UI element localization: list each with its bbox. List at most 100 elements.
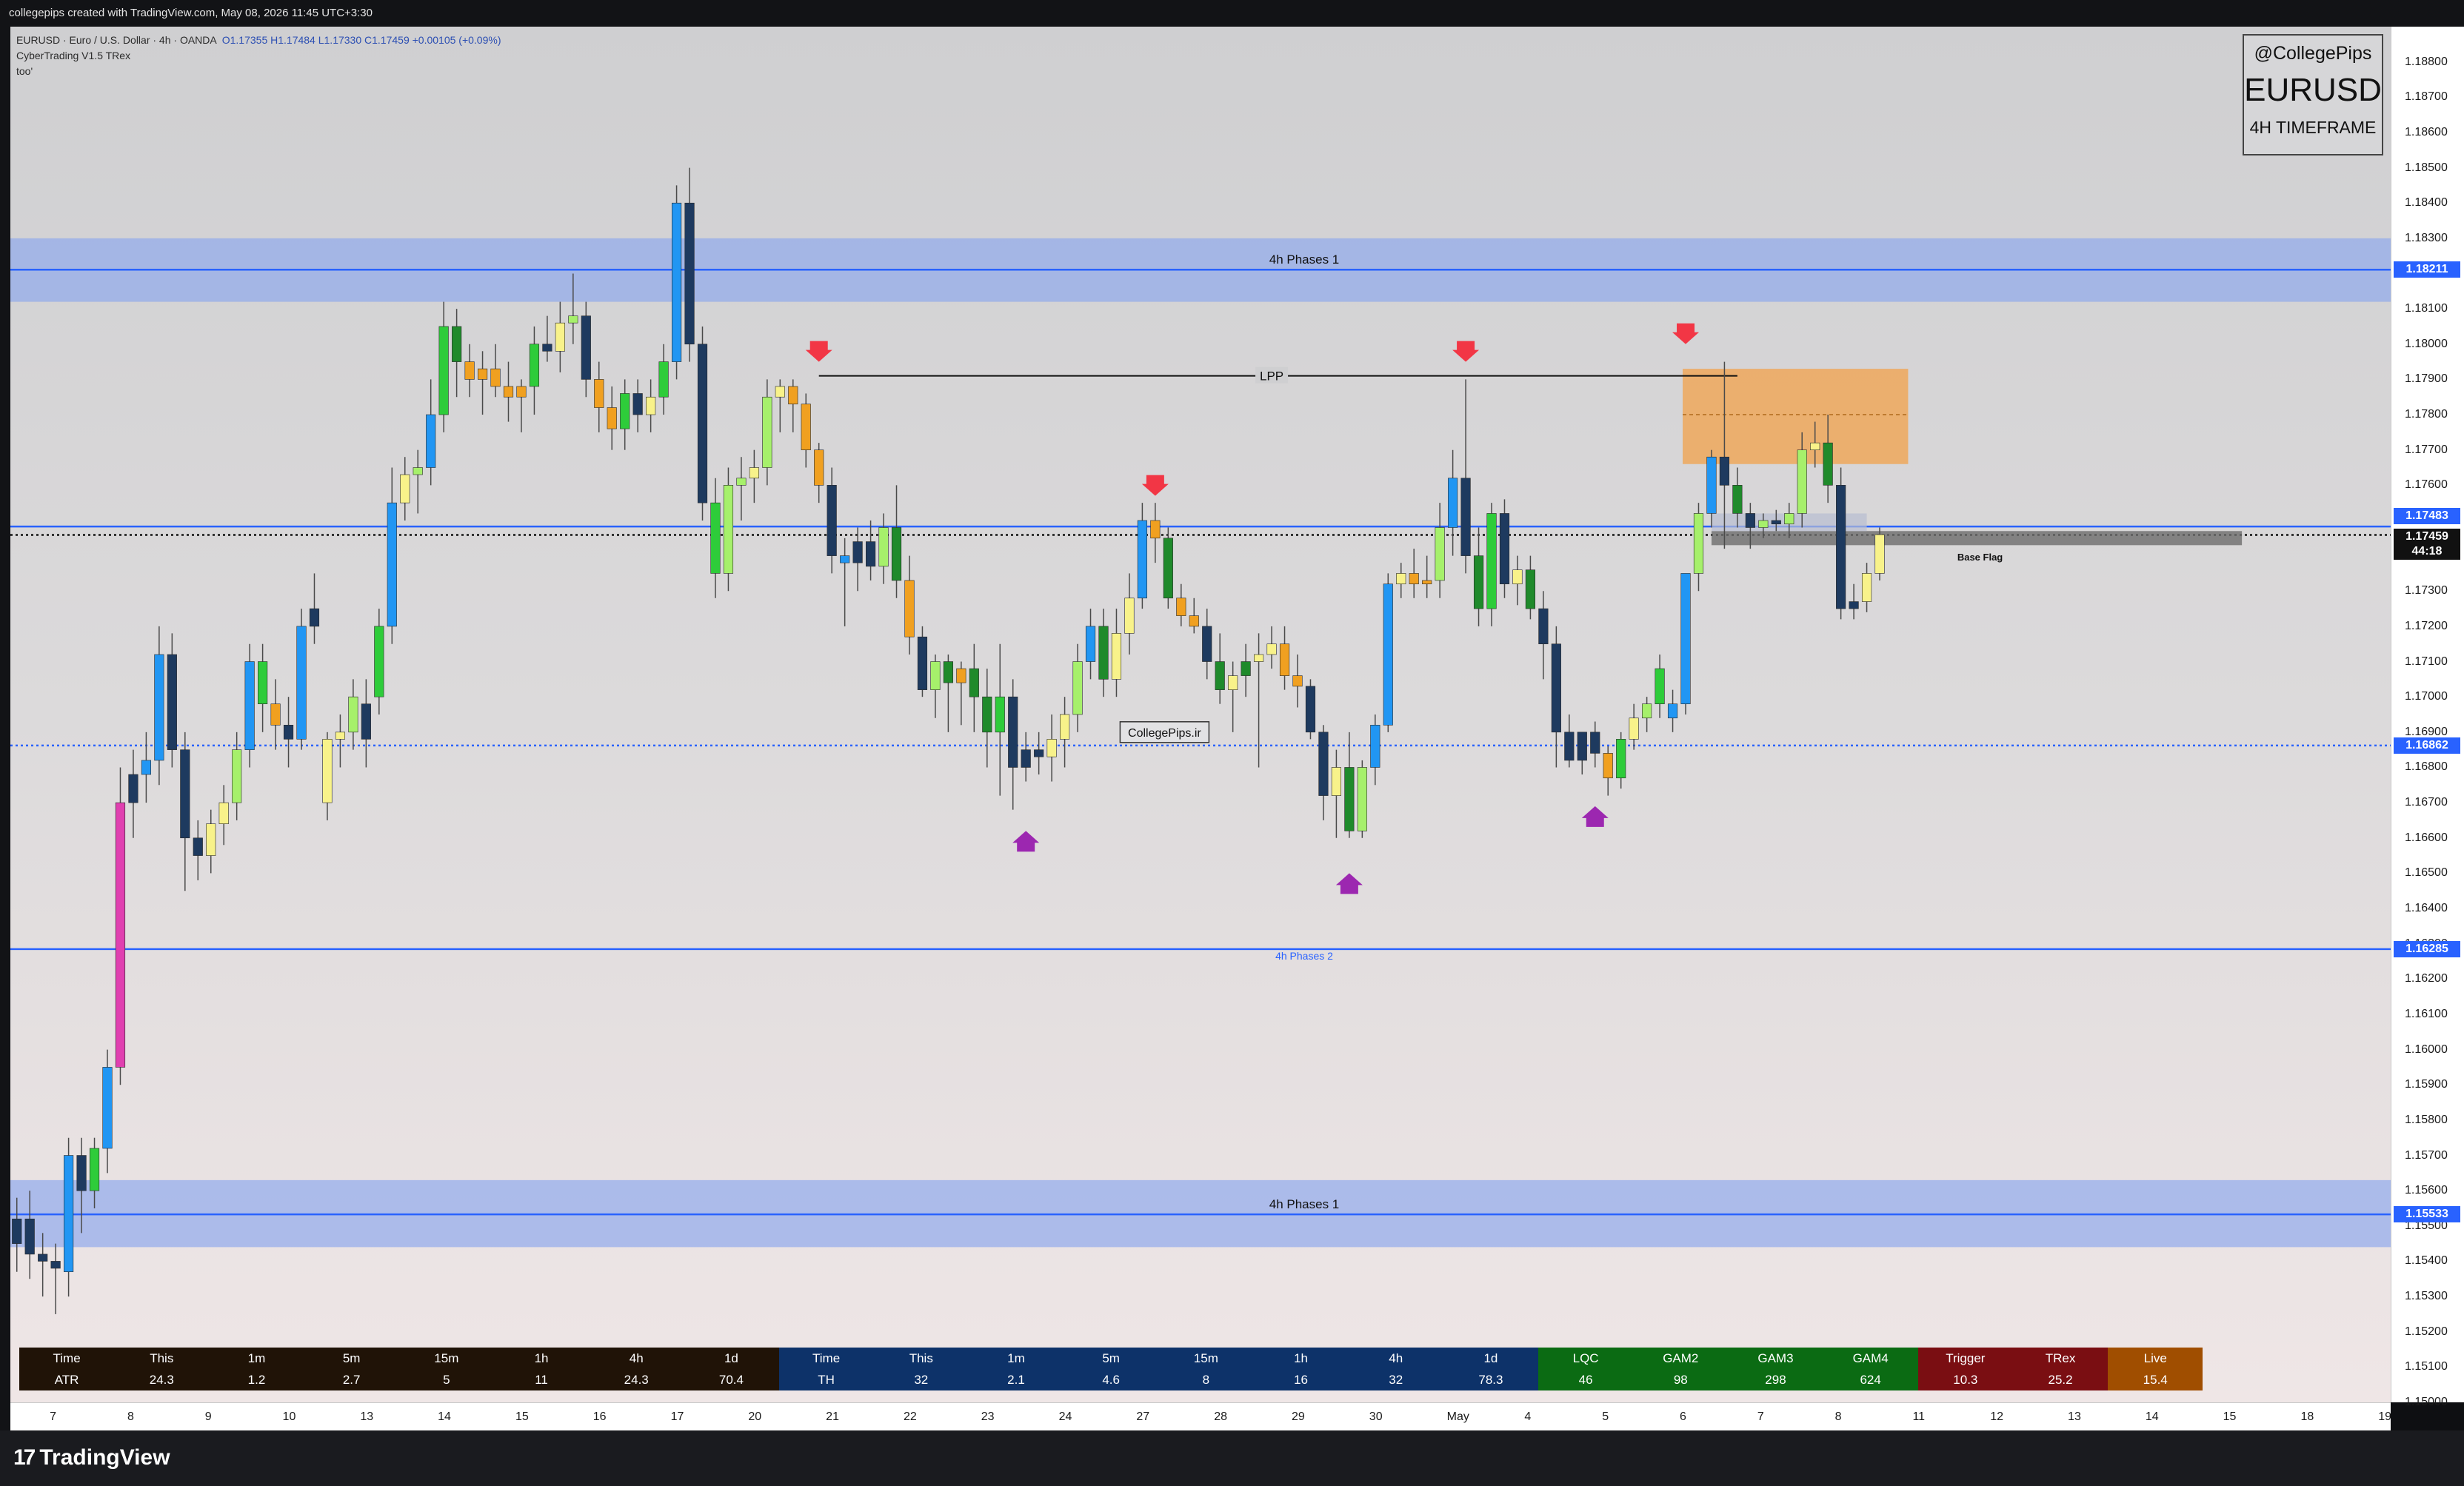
info-table-value: 25.2 bbox=[2048, 1373, 2073, 1387]
info-table-header: 15m bbox=[434, 1351, 459, 1365]
candle-body bbox=[1836, 485, 1846, 609]
candle-body bbox=[477, 368, 488, 380]
info-table-cell: GAM4 624 bbox=[1823, 1348, 1918, 1390]
time-tick-label: 24 bbox=[1058, 1410, 1072, 1423]
info-table-header: 1m bbox=[247, 1351, 266, 1365]
info-table-value: 24.3 bbox=[149, 1373, 174, 1387]
candle-body bbox=[413, 467, 423, 475]
candle-body bbox=[1564, 732, 1575, 761]
price-tick-label: 1.16800 bbox=[2405, 760, 2448, 774]
candle-body bbox=[710, 502, 721, 574]
candle-body bbox=[1409, 573, 1419, 585]
tradingview-mark-icon: 17 bbox=[13, 1445, 36, 1470]
info-table-header: 5m bbox=[1102, 1351, 1120, 1365]
candle-body bbox=[322, 739, 333, 803]
tradingview-logo[interactable]: 17 TradingView bbox=[13, 1445, 170, 1470]
legend-extra: too' bbox=[16, 65, 33, 77]
candle-body bbox=[374, 626, 384, 697]
info-table-header: TRex bbox=[2045, 1351, 2076, 1365]
price-tick-label: 1.17800 bbox=[2405, 408, 2448, 421]
candle-body bbox=[218, 802, 229, 824]
candle-body bbox=[244, 661, 255, 750]
candle-body bbox=[348, 696, 358, 733]
price-tick-label: 1.18100 bbox=[2405, 302, 2448, 315]
candle-body bbox=[995, 696, 1005, 733]
info-table-cell: 4h 32 bbox=[1348, 1348, 1443, 1390]
info-table-value: 624 bbox=[1860, 1373, 1881, 1387]
info-table-cell: Time TH bbox=[778, 1348, 874, 1390]
candle-body bbox=[270, 703, 281, 726]
candle-body bbox=[736, 478, 747, 486]
candle-body bbox=[296, 626, 307, 740]
time-tick-label: 22 bbox=[903, 1410, 917, 1423]
candle-body bbox=[1254, 654, 1264, 662]
info-table-value: 24.3 bbox=[624, 1373, 649, 1387]
candle-body bbox=[1642, 703, 1652, 719]
candle-body bbox=[438, 326, 449, 415]
price-tick-label: 1.17300 bbox=[2405, 584, 2448, 598]
info-table-header: GAM4 bbox=[1852, 1351, 1889, 1365]
legend-indicator[interactable]: CyberTrading V1.5 TRex bbox=[16, 48, 501, 64]
candle-body bbox=[1784, 513, 1794, 525]
candle-body bbox=[452, 326, 462, 362]
time-tick-label: 27 bbox=[1136, 1410, 1150, 1423]
candle-body bbox=[1448, 478, 1458, 528]
price-tick-label: 1.15900 bbox=[2405, 1078, 2448, 1091]
price-tick-label: 1.15700 bbox=[2405, 1148, 2448, 1162]
price-tick-label: 1.18000 bbox=[2405, 337, 2448, 350]
price-tick-label: 1.18300 bbox=[2405, 231, 2448, 244]
zone-label: 4h Phases 1 bbox=[1269, 252, 1340, 267]
sell-arrow-icon bbox=[1141, 475, 1169, 496]
candle-body bbox=[865, 541, 876, 567]
base-flag-label: Base Flag bbox=[1957, 552, 2003, 563]
time-tick-label: 11 bbox=[1912, 1410, 1926, 1423]
price-tick-label: 1.18600 bbox=[2405, 125, 2448, 138]
time-tick-label: 13 bbox=[2068, 1410, 2081, 1423]
candle-body bbox=[1745, 513, 1755, 528]
price-tick-label: 1.16000 bbox=[2405, 1042, 2448, 1056]
candle-body bbox=[141, 760, 151, 775]
price-tick-label: 1.16500 bbox=[2405, 866, 2448, 880]
time-tick-label: 6 bbox=[1680, 1410, 1686, 1423]
time-axis[interactable]: 7 8 9 10 13 14 15 16 17 20 21 22 23 24 27 28 29 30 May 4 5 6 7… bbox=[10, 1402, 2391, 1431]
price-tick-label: 1.18500 bbox=[2405, 161, 2448, 174]
info-table-cell: TRex 25.2 bbox=[2012, 1348, 2109, 1390]
info-table-value: 32 bbox=[1389, 1373, 1403, 1387]
info-table-value: 5 bbox=[443, 1373, 450, 1387]
candlestick-chart[interactable]: 4h Phases 1 4h Phases 1 4h Phases 2 Base Fl… bbox=[10, 27, 2391, 1402]
chart-plot-area[interactable]: 4h Phases 1 4h Phases 1 4h Phases 2 Base Fl… bbox=[10, 27, 2391, 1402]
info-table-cell: GAM3 298 bbox=[1728, 1348, 1823, 1390]
candle-body bbox=[1629, 717, 1639, 740]
candle-body bbox=[1538, 608, 1549, 645]
candle-body bbox=[632, 393, 643, 415]
candle-body bbox=[646, 396, 656, 415]
candle-body bbox=[167, 654, 177, 750]
candle-body bbox=[1473, 555, 1484, 609]
price-tick-label: 1.15200 bbox=[2405, 1325, 2448, 1338]
price-tick-label: 1.15000 bbox=[2405, 1396, 2448, 1408]
candle-body bbox=[542, 344, 552, 352]
price-tick-label: 1.15300 bbox=[2405, 1290, 2448, 1303]
candle-body bbox=[930, 661, 941, 690]
candle-body bbox=[1137, 520, 1147, 599]
candle-body bbox=[1603, 753, 1613, 779]
candle-body bbox=[490, 368, 501, 387]
candle-body bbox=[1823, 442, 1833, 486]
candle-body bbox=[529, 344, 540, 387]
time-tick-label: 4 bbox=[1524, 1410, 1532, 1423]
price-axis[interactable]: 1.18800 1.18700 1.18600 1.18500 1.18400 1.183… bbox=[2391, 27, 2464, 1408]
candle-body bbox=[814, 449, 824, 486]
candle-body bbox=[1228, 675, 1238, 690]
candle-body bbox=[788, 386, 798, 405]
info-table-cell: 1h 16 bbox=[1253, 1348, 1349, 1390]
candle-body bbox=[969, 668, 979, 697]
info-table-cell: 1h 11 bbox=[493, 1348, 590, 1390]
time-tick-label: 14 bbox=[2145, 1410, 2159, 1423]
info-table-cell: Trigger 10.3 bbox=[1917, 1348, 2013, 1390]
candle-body bbox=[516, 386, 527, 398]
candle-body bbox=[115, 802, 126, 1068]
time-tick-label: 8 bbox=[127, 1410, 134, 1423]
sell-arrow-icon bbox=[1672, 323, 1700, 344]
info-table-header: Time bbox=[812, 1351, 841, 1365]
price-tick-label: 1.17100 bbox=[2405, 655, 2448, 668]
